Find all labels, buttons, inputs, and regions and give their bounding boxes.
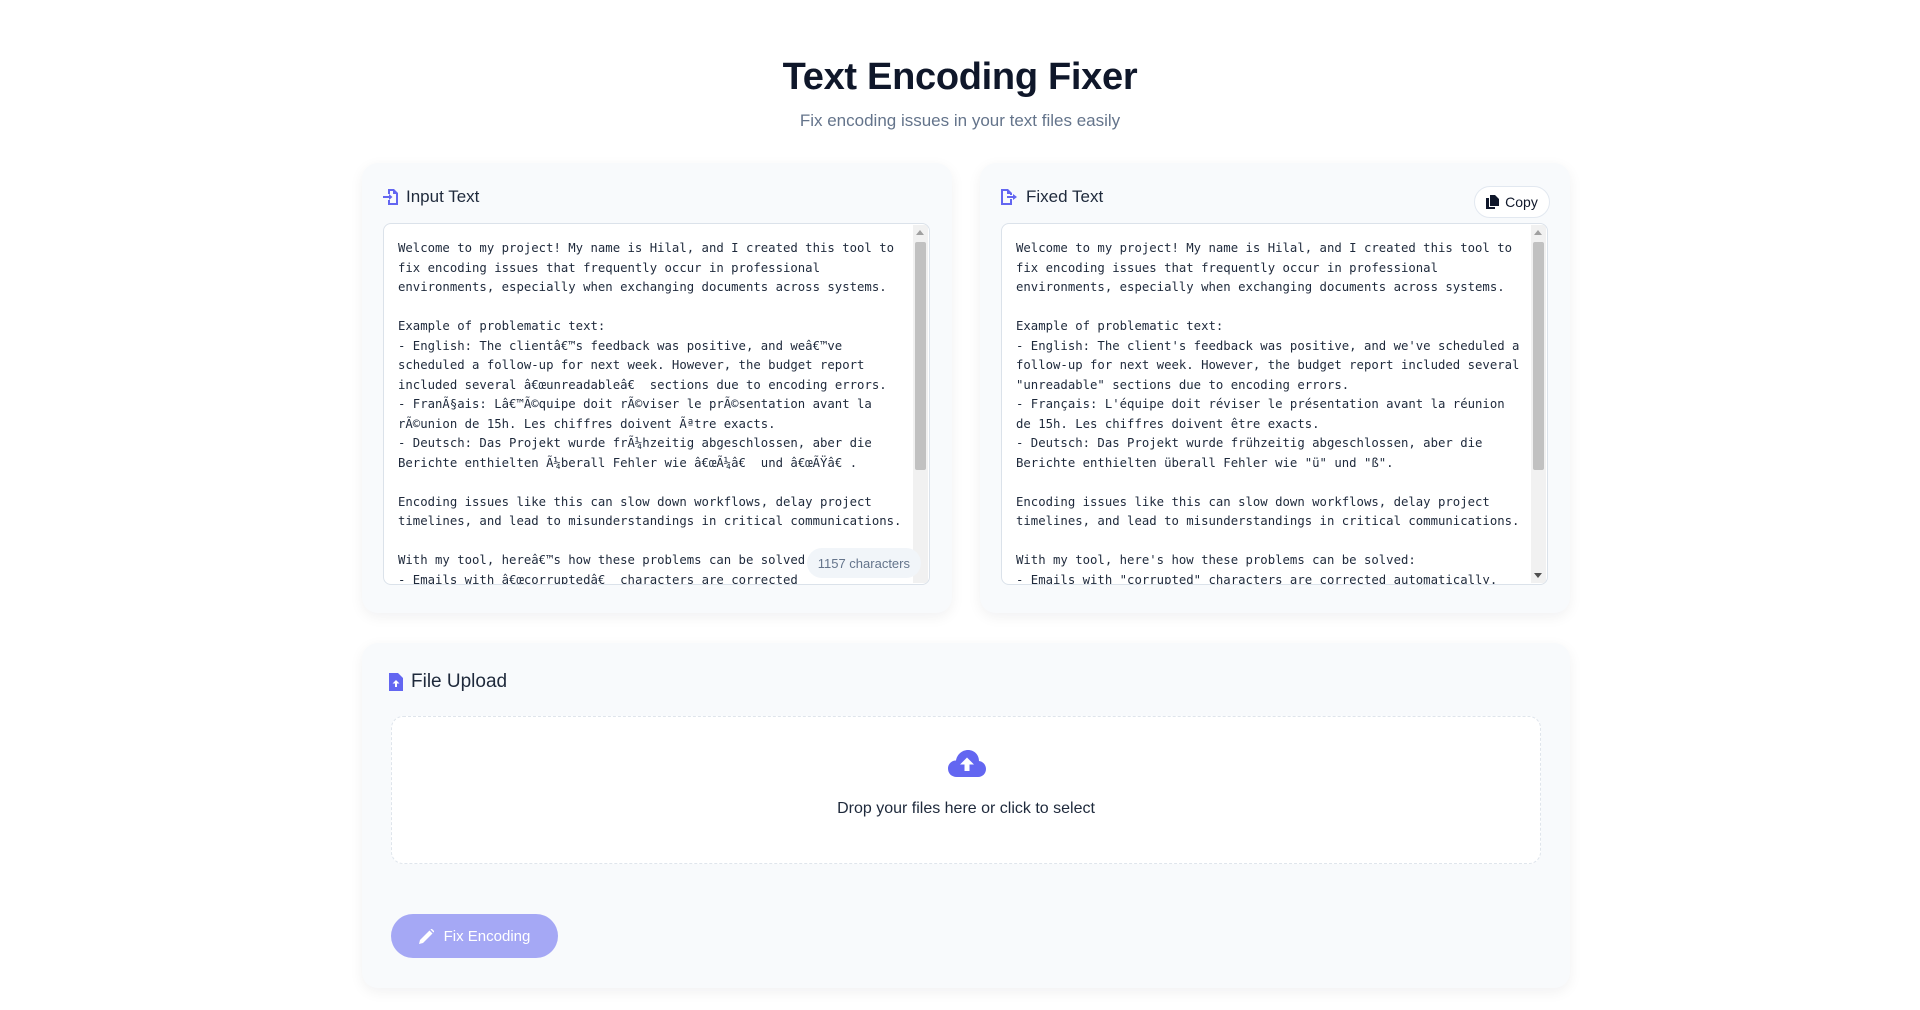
fixed-text-content[interactable]: Welcome to my project! My name is Hilal,…: [1016, 239, 1525, 584]
scrollbar-thumb[interactable]: [1533, 242, 1544, 470]
fix-encoding-button[interactable]: Fix Encoding: [391, 914, 558, 958]
file-import-icon: [383, 189, 398, 205]
input-panel: Input Text Welcome to my project! My nam…: [362, 163, 952, 613]
file-upload-header: File Upload: [389, 671, 507, 693]
file-export-icon: [1001, 189, 1018, 205]
fixed-scrollbar[interactable]: [1531, 225, 1546, 583]
scrollbar-thumb[interactable]: [915, 242, 926, 470]
copy-button-label: Copy: [1505, 194, 1538, 210]
fixed-panel-header: Fixed Text: [1001, 187, 1103, 207]
input-scrollbar[interactable]: [913, 225, 928, 583]
copy-icon: [1486, 195, 1500, 209]
fixed-panel: Fixed Text Copy Welcome to my project! M…: [980, 163, 1570, 613]
copy-button[interactable]: Copy: [1474, 186, 1550, 218]
fix-encoding-label: Fix Encoding: [443, 927, 531, 945]
file-upload-panel: File Upload Drop your files here or clic…: [362, 643, 1570, 988]
input-panel-header: Input Text: [383, 187, 479, 207]
file-upload-icon: [389, 673, 403, 691]
scroll-up-arrow-icon[interactable]: [1534, 230, 1542, 235]
dropzone-text: Drop your files here or click to select: [837, 800, 1095, 817]
scroll-up-arrow-icon[interactable]: [916, 230, 924, 235]
file-dropzone[interactable]: Drop your files here or click to select: [391, 716, 1541, 864]
input-text-content[interactable]: Welcome to my project! My name is Hilal,…: [398, 239, 907, 584]
input-panel-title: Input Text: [406, 187, 480, 206]
input-textarea[interactable]: Welcome to my project! My name is Hilal,…: [383, 223, 930, 585]
file-upload-title: File Upload: [411, 671, 508, 692]
fixed-panel-title: Fixed Text: [1026, 187, 1104, 206]
page-header: Text Encoding Fixer Fix encoding issues …: [0, 56, 1920, 131]
fixed-textarea[interactable]: Welcome to my project! My name is Hilal,…: [1001, 223, 1548, 585]
pencil-icon: [418, 928, 434, 944]
character-count: 1157 characters: [806, 548, 921, 578]
page-subtitle: Fix encoding issues in your text files e…: [799, 111, 1121, 130]
page-title: Text Encoding Fixer: [782, 56, 1138, 98]
app: Text Encoding Fixer Fix encoding issues …: [0, 0, 1920, 1010]
cloud-upload-icon: [948, 750, 986, 783]
scroll-down-arrow-icon[interactable]: [1534, 573, 1542, 578]
